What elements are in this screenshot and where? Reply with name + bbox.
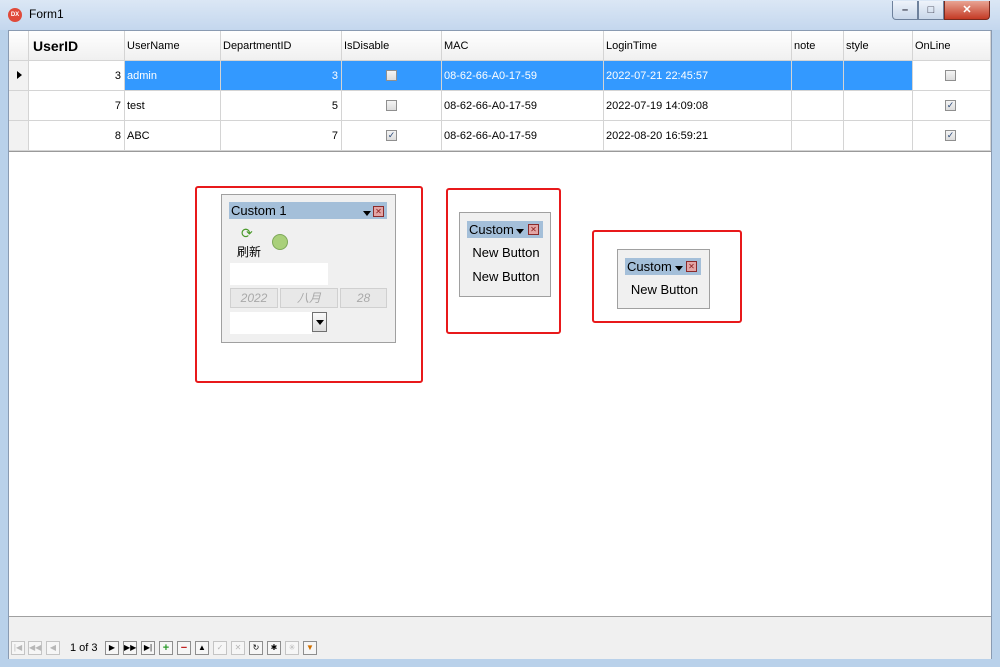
col-header-mac[interactable]: MAC	[442, 31, 604, 61]
prev-record-icon[interactable]: ◀	[46, 641, 60, 655]
cell-username[interactable]: test	[125, 91, 221, 121]
cancel-icon[interactable]: ✕	[231, 641, 245, 655]
grid-bottom-border	[9, 151, 991, 152]
cell-note[interactable]	[792, 91, 844, 121]
col-header-logintime[interactable]: LoginTime	[604, 31, 792, 61]
grid-corner	[9, 31, 29, 61]
window-titlebar: DX Form1 – □ ✕	[0, 0, 1000, 30]
cell-username[interactable]: ABC	[125, 121, 221, 151]
cell-online[interactable]	[913, 61, 991, 91]
cell-userid[interactable]: 7	[29, 91, 125, 121]
online-checkbox[interactable]: ✓	[945, 130, 956, 141]
cell-isdisable[interactable]	[342, 61, 442, 91]
maximize-icon: □	[927, 4, 935, 16]
cell-mac[interactable]: 08-62-66-A0-17-59	[442, 121, 604, 151]
close-icon: ✕	[962, 4, 972, 16]
window-title: Form1	[29, 7, 64, 21]
maximize-button[interactable]: □	[918, 1, 944, 20]
dropdown-arrow-icon[interactable]	[675, 266, 683, 271]
cell-logintime[interactable]: 2022-07-21 22:45:57	[604, 61, 792, 91]
new-button[interactable]: New Button	[618, 282, 711, 297]
refresh-label[interactable]: 刷新	[237, 243, 261, 260]
panel-close-icon[interactable]: ✕	[528, 224, 539, 235]
cell-style[interactable]	[844, 121, 913, 151]
cell-logintime[interactable]: 2022-07-19 14:09:08	[604, 91, 792, 121]
cell-mac[interactable]: 08-62-66-A0-17-59	[442, 91, 604, 121]
isdisable-checkbox[interactable]	[386, 100, 397, 111]
data-navigator: |◀ ◀◀ ◀ 1 of 3 ▶ ▶▶ ▶| + − ▲ ✓ ✕ ↻ ✱ ✳ ▼	[9, 639, 991, 659]
col-header-isdisable[interactable]: IsDisable	[342, 31, 442, 61]
prev-page-icon[interactable]: ◀◀	[28, 641, 42, 655]
online-checkbox[interactable]	[945, 70, 956, 81]
text-input[interactable]	[230, 263, 328, 285]
status-circle-icon	[272, 234, 288, 250]
date-year[interactable]: 2022	[230, 288, 278, 308]
panel-close-icon[interactable]: ✕	[373, 206, 384, 217]
cell-mac[interactable]: 08-62-66-A0-17-59	[442, 61, 604, 91]
append-icon[interactable]: +	[159, 641, 173, 655]
cell-online[interactable]: ✓	[913, 91, 991, 121]
isdisable-checkbox[interactable]	[386, 70, 397, 81]
next-page-icon[interactable]: ▶▶	[123, 641, 137, 655]
date-day[interactable]: 28	[340, 288, 387, 308]
cell-note[interactable]	[792, 61, 844, 91]
cell-userid[interactable]: 3	[29, 61, 125, 91]
cell-isdisable[interactable]	[342, 91, 442, 121]
filter-icon[interactable]: ▼	[303, 641, 317, 655]
custom-panel-1: Custom 1 ✕ ⟳ 刷新 2022 八月 28	[221, 194, 396, 343]
dropdown-arrow-icon[interactable]	[363, 211, 371, 216]
cell-style[interactable]	[844, 91, 913, 121]
col-header-username[interactable]: UserName	[125, 31, 221, 61]
refresh-icon[interactable]: ⟳	[241, 226, 255, 240]
new-button[interactable]: New Button	[460, 269, 552, 284]
row-indicator[interactable]	[9, 61, 29, 91]
row-indicator[interactable]	[9, 91, 29, 121]
edit-icon[interactable]: ▲	[195, 641, 209, 655]
current-row-arrow-icon	[17, 71, 22, 79]
new-button[interactable]: New Button	[460, 245, 552, 260]
cell-online[interactable]: ✓	[913, 121, 991, 151]
cell-username[interactable]: admin	[125, 61, 221, 91]
custom-panel-3: Custom ✕ New Button	[617, 249, 710, 309]
close-button[interactable]: ✕	[944, 1, 990, 20]
panel-close-icon[interactable]: ✕	[686, 261, 697, 272]
cell-logintime[interactable]: 2022-08-20 16:59:21	[604, 121, 792, 151]
goto-bookmark-icon[interactable]: ✳	[285, 641, 299, 655]
online-checkbox[interactable]: ✓	[945, 100, 956, 111]
delete-icon[interactable]: −	[177, 641, 191, 655]
save-bookmark-icon[interactable]: ✱	[267, 641, 281, 655]
col-header-online[interactable]: OnLine	[913, 31, 991, 61]
minimize-button[interactable]: –	[892, 1, 918, 20]
cell-departmentid[interactable]: 5	[221, 91, 342, 121]
date-month[interactable]: 八月	[280, 288, 338, 308]
cell-departmentid[interactable]: 3	[221, 61, 342, 91]
col-header-userid[interactable]: UserID	[29, 31, 125, 61]
chevron-down-icon	[316, 320, 324, 325]
cell-style[interactable]	[844, 61, 913, 91]
refresh-icon[interactable]: ↻	[249, 641, 263, 655]
cell-note[interactable]	[792, 121, 844, 151]
first-record-icon[interactable]: |◀	[11, 641, 25, 655]
last-record-icon[interactable]: ▶|	[141, 641, 155, 655]
record-position: 1 of 3	[70, 642, 98, 654]
cell-departmentid[interactable]: 7	[221, 121, 342, 151]
custom-panel-2: Custom ✕ New Button New Button	[459, 212, 551, 297]
col-header-style[interactable]: style	[844, 31, 913, 61]
cell-userid[interactable]: 8	[29, 121, 125, 151]
row-indicator[interactable]	[9, 121, 29, 151]
app-icon: DX	[8, 8, 22, 22]
status-bar	[9, 616, 991, 639]
post-icon[interactable]: ✓	[213, 641, 227, 655]
next-record-icon[interactable]: ▶	[105, 641, 119, 655]
col-header-departmentid[interactable]: DepartmentID	[221, 31, 342, 61]
form-client-area: UserID UserName DepartmentID IsDisable M…	[8, 30, 992, 659]
isdisable-checkbox[interactable]: ✓	[386, 130, 397, 141]
col-header-note[interactable]: note	[792, 31, 844, 61]
combo-dropdown-button[interactable]	[312, 312, 327, 332]
cell-isdisable[interactable]: ✓	[342, 121, 442, 151]
dropdown-arrow-icon[interactable]	[516, 229, 524, 234]
minimize-icon: –	[901, 4, 909, 16]
combo-input[interactable]	[230, 312, 312, 334]
